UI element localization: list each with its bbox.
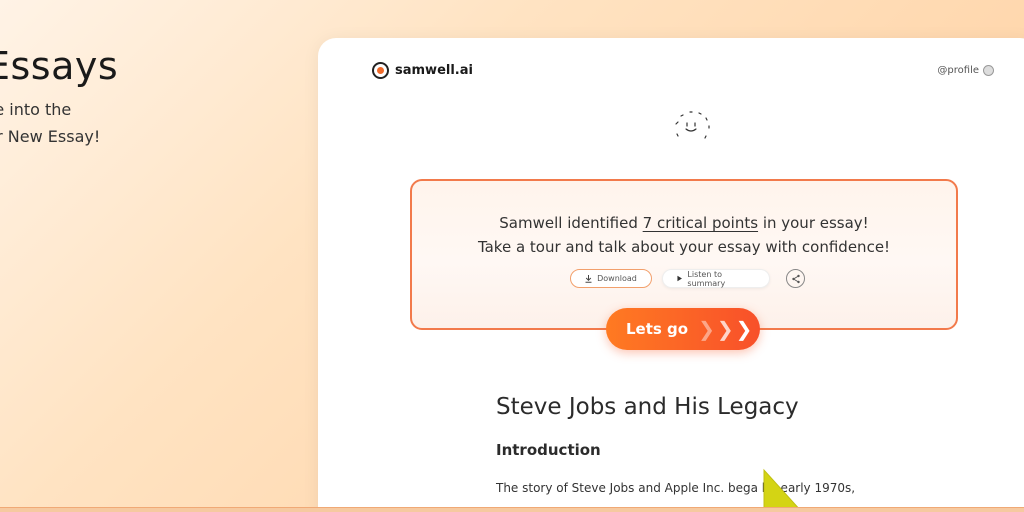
listen-label: Listen to summary — [687, 269, 726, 288]
play-icon — [677, 275, 682, 282]
profile-link[interactable]: @profile — [937, 65, 994, 76]
brand[interactable]: samwell.ai — [372, 62, 473, 79]
lets-go-button[interactable]: Lets go ❯ ❯ ❯ — [606, 308, 760, 350]
brand-name: samwell.ai — [395, 63, 473, 78]
essay-panel: samwell.ai @profile Samwell identified 7… — [318, 38, 1024, 512]
share-icon — [791, 274, 800, 283]
essay-section-heading: Introduction — [496, 441, 601, 459]
download-icon — [585, 274, 592, 283]
profile-avatar-icon — [983, 65, 994, 76]
hero-title: Essays — [0, 44, 119, 88]
hero-subtitle-line-2: ur New Essay! — [0, 127, 101, 146]
hero-subtitle-line-1: se into the — [0, 100, 72, 119]
bottom-bar — [0, 507, 1024, 512]
share-button[interactable] — [786, 269, 805, 288]
callout-subtext: Take a tour and talk about your essay wi… — [477, 238, 891, 256]
callout-message-prefix: Samwell identified — [499, 214, 643, 232]
chevron-right-icon: ❯ ❯ ❯ — [698, 317, 753, 341]
essay-paragraph: The story of Steve Jobs and Apple Inc. b… — [496, 481, 856, 495]
callout-message: Samwell identified 7 critical points in … — [412, 214, 956, 232]
callout-message-suffix: in your essay! — [758, 214, 869, 232]
listen-to-summary-button[interactable]: Listen to summary — [662, 269, 770, 288]
download-label: Download — [597, 274, 637, 283]
hero-section: Essays se into the ur New Essay! — [0, 44, 286, 150]
lets-go-label: Lets go — [626, 320, 689, 338]
download-button[interactable]: Download — [570, 269, 652, 288]
mascot-icon — [675, 111, 710, 139]
critical-points-link[interactable]: 7 critical points — [643, 214, 758, 232]
pointer-cursor-icon — [763, 468, 803, 512]
profile-label: @profile — [937, 65, 979, 76]
callout-actions: Download Listen to summary — [570, 269, 805, 288]
essay-title: Steve Jobs and His Legacy — [496, 394, 799, 420]
brand-logo-icon — [372, 62, 389, 79]
